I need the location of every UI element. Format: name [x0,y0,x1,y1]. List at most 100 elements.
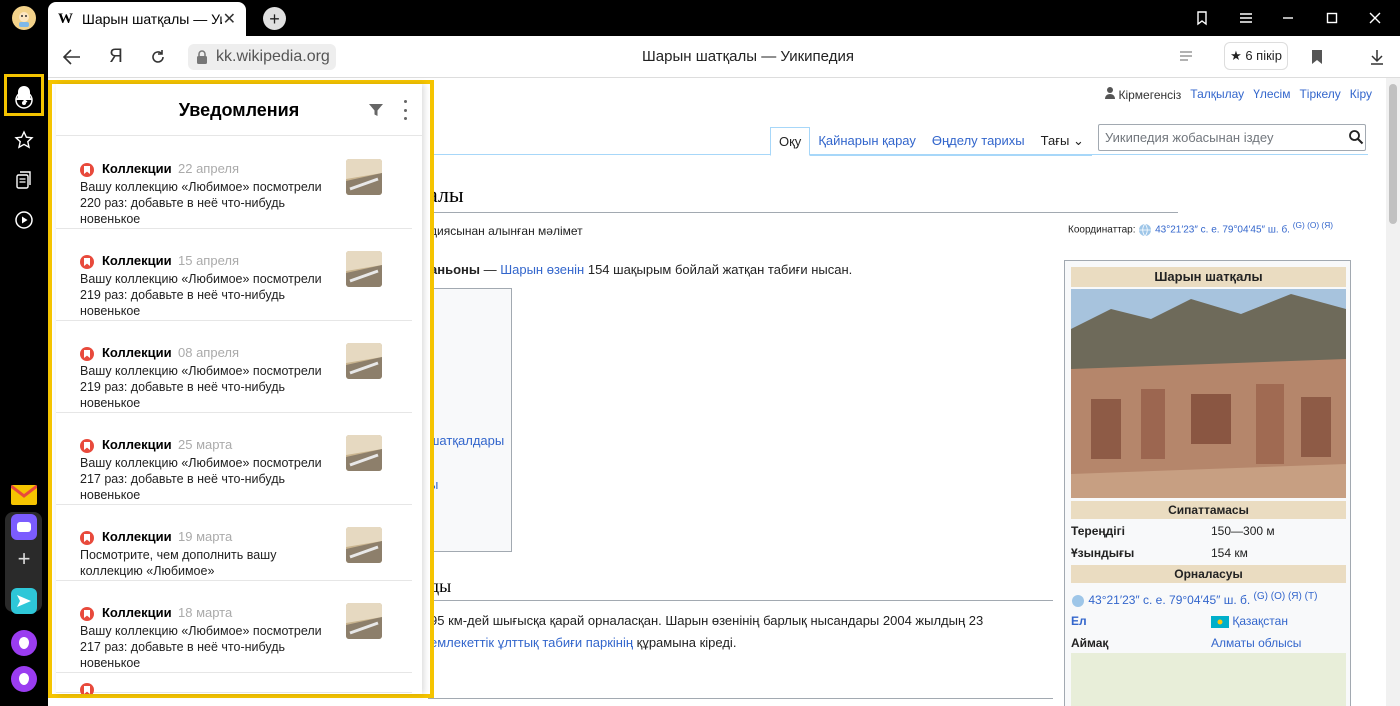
tab-history[interactable]: Өңделу тарихы [923,127,1033,156]
new-tab-button[interactable]: + [263,7,286,30]
maximize-icon[interactable] [1322,8,1342,28]
notification-date: 15 апреля [178,253,239,268]
browser-tab[interactable]: W Шарын шатқалы — Уикипедия ✕ [48,2,246,36]
close-tab-icon[interactable]: ✕ [223,9,236,29]
notification-date: 25 марта [178,437,233,452]
infobox-coordinates[interactable]: 43°21′23″ с. е. 79°04′45″ ш. б. (G) (O) … [1071,591,1317,608]
notifications-highlight: Уведомления Коллекции 22 апреля Вашу колле… [48,80,434,698]
page-scrollbar[interactable] [1386,78,1400,706]
browser-sidebar: + [0,36,48,706]
article-intro: аньоны — Шарын өзенін 154 шақырым бойлай… [430,262,853,277]
notification-item[interactable]: Коллекции 22 апреля Вашу коллекцию «Любимо… [56,137,412,229]
bookmark-icon[interactable] [1305,45,1329,69]
notification-source: Коллекции [102,345,172,360]
login-link[interactable]: Кіру [1350,87,1372,102]
mail-icon[interactable] [11,482,37,508]
close-window-icon[interactable] [1365,8,1385,28]
downloads-icon[interactable] [1365,45,1389,69]
alice-assistant-icon[interactable] [11,666,37,692]
notification-text: Вашу коллекцию «Любимое» посмотрели 217 … [80,456,322,502]
infobox-row: Ұзындығы 154 км [1071,546,1248,560]
lock-icon[interactable] [196,50,208,64]
not-logged-in-label: Кірмегенсіз [1105,87,1181,102]
notification-item[interactable]: Коллекции 19 марта Посмотрите, чем дополни… [56,505,412,581]
notification-thumbnail [346,343,382,379]
notification-item[interactable]: Коллекции 08 апреля Вашу коллекцию «Любимо… [56,321,412,413]
wikipedia-favicon: W [58,10,73,27]
collections-badge-icon [80,607,94,621]
send-icon[interactable] [11,588,37,614]
tab-read[interactable]: Оқу [770,127,811,156]
contributions-link[interactable]: Үлесім [1253,87,1290,102]
tab-more[interactable]: Тағы ⌄ [1032,127,1092,156]
notification-item[interactable]: Коллекции 18 марта Вашу коллекцию «Любимое… [56,581,412,673]
notification-text: Вашу коллекцию «Любимое» посмотрели 220 … [80,180,322,226]
profile-avatar[interactable] [12,6,36,30]
url-text: kk.wikipedia.org [216,48,330,65]
bookmarks-panel-icon[interactable] [1192,8,1212,28]
notification-thumbnail [346,527,382,563]
notification-item[interactable]: Коллекции 15 апреля Вашу коллекцию «Любимо… [56,229,412,321]
location-map[interactable] [1071,653,1346,706]
national-park-link[interactable]: емлекеттік ұлттық табиғи паркінің [430,635,633,650]
notification-thumbnail [346,251,382,287]
collections-badge-icon [80,683,94,694]
more-options-icon[interactable] [402,100,408,120]
notification-item-partial[interactable] [56,673,412,694]
star-icon[interactable] [12,128,36,152]
notification-text: Посмотрите, чем дополнить вашу коллекцию… [80,548,277,578]
browser-window: W Шарын шатқалы — Уикипедия ✕ + [0,0,1400,706]
article-source-note: диясынан алынған мәлімет [430,224,583,238]
tab-view-source[interactable]: Қайнарын қарау [810,127,924,156]
tab-title: Шарын шатқалы — Уикипедия [82,11,222,27]
minimize-icon[interactable] [1278,8,1298,28]
table-of-contents: ] шатқалдары ы [428,288,512,552]
create-account-link[interactable]: Тіркелу [1299,87,1340,102]
notifications-list: Коллекции 22 апреля Вашу коллекцию «Любимо… [56,137,412,694]
talk-link[interactable]: Талқылау [1190,87,1244,102]
infobox-row: Ел Қазақстан [1071,614,1288,628]
section-divider-2 [428,698,1053,699]
section-location: Орналасуы [1071,565,1346,583]
country-link[interactable]: Қазақстан [1211,614,1288,628]
river-link[interactable]: Шарын өзенін [500,262,584,277]
address-bar[interactable]: kk.wikipedia.org [188,44,336,70]
wiki-search-input[interactable]: Уикипедия жобасынан іздеу [1098,124,1366,151]
filter-icon[interactable] [368,102,384,118]
alice-icon[interactable] [11,630,37,656]
notification-date: 08 апреля [178,345,239,360]
yandex-logo-icon[interactable]: Я [104,45,128,69]
notification-item[interactable]: Коллекции 25 марта Вашу коллекцию «Любимое… [56,413,412,505]
collections-badge-icon [80,163,94,177]
reload-icon[interactable] [146,45,170,69]
toc-item[interactable]: шатқалдары [429,433,504,448]
avatar-face-icon [19,12,29,27]
notification-date: 18 марта [178,605,233,620]
notifications-scrollbar[interactable] [420,144,422,694]
infobox-row: Аймақ Алматы облысы [1071,636,1302,650]
wiki-page-tabs: Оқу Қайнарын қарау Өңделу тарихы Тағы ⌄ [770,127,1092,156]
notification-source: Коллекции [102,605,172,620]
back-icon[interactable] [60,45,84,69]
history-icon[interactable] [12,88,36,112]
notification-thumbnail [346,435,382,471]
globe-icon [1139,223,1152,236]
notification-source: Коллекции [102,437,172,452]
notification-text: Вашу коллекцию «Любимое» посмотрели 217 … [80,624,322,670]
collections-badge-icon [80,347,94,361]
collections-icon[interactable] [12,168,36,192]
page-title: Шарын шатқалы — Уикипедия [642,48,854,65]
menu-icon[interactable] [1236,8,1256,28]
canyon-photo[interactable] [1071,289,1346,498]
collections-badge-icon [80,439,94,453]
user-icon [1105,87,1116,99]
collections-badge-icon [80,255,94,269]
messenger-icon[interactable] [11,514,37,540]
chevron-down-icon: ⌄ [1072,133,1084,148]
play-icon[interactable] [12,208,36,232]
notifications-panel: Уведомления Коллекции 22 апреля Вашу колле… [56,84,422,694]
reader-mode-icon[interactable] [1174,45,1198,69]
search-icon[interactable] [1348,129,1364,145]
add-app-icon[interactable]: + [11,546,37,572]
reviews-button[interactable]: ★ 6 пікір [1224,42,1288,70]
